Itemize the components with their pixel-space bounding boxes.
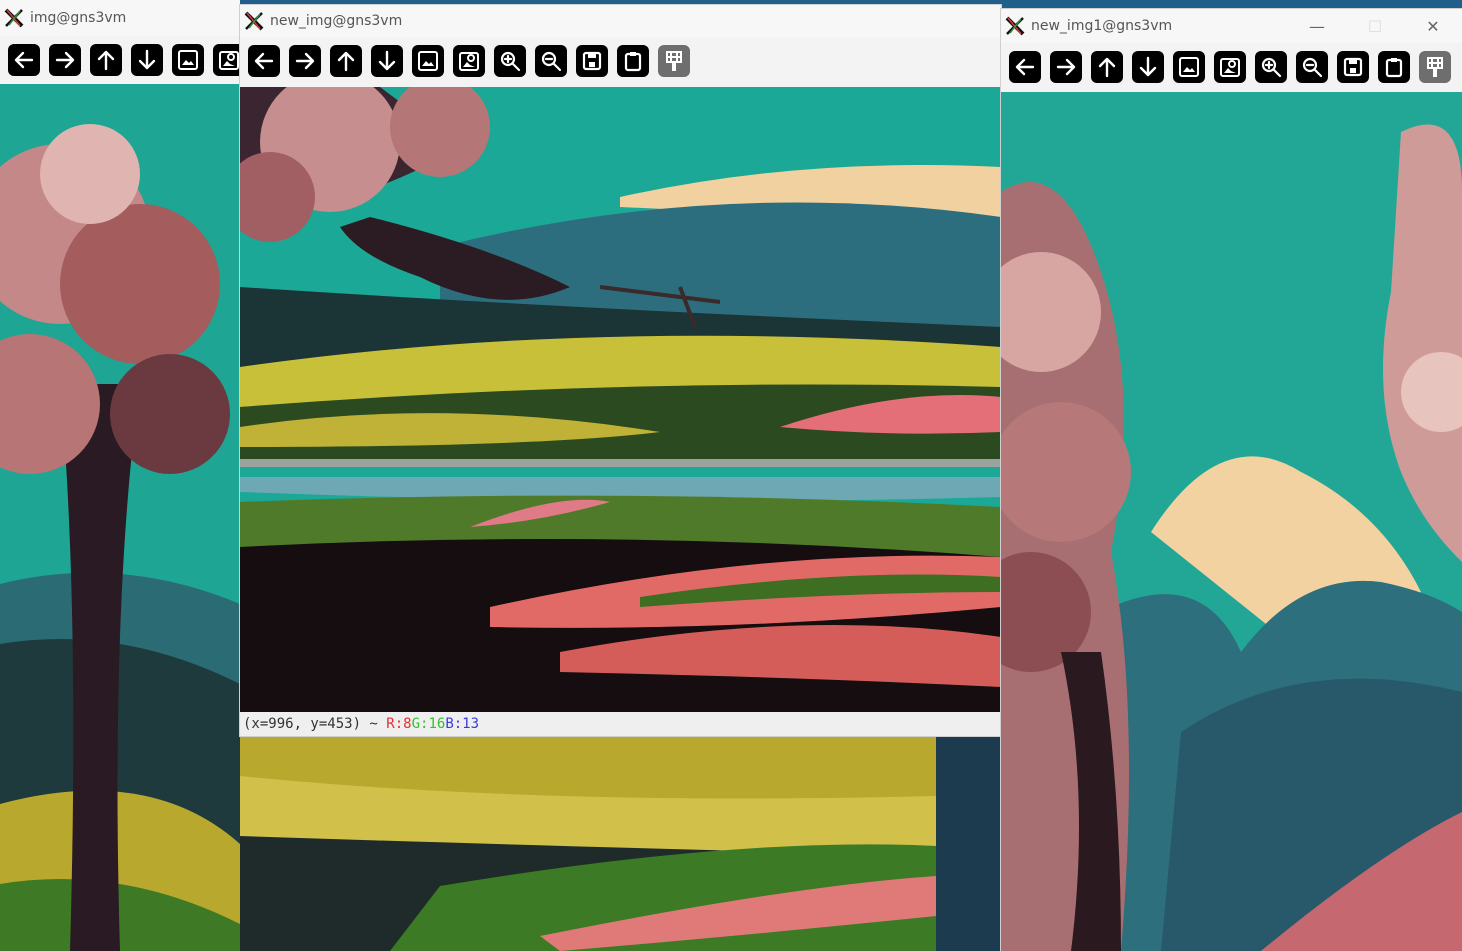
pan-down-button[interactable] bbox=[131, 44, 163, 76]
maximize-icon[interactable]: ☐ bbox=[1346, 17, 1404, 36]
zoom-in-icon bbox=[498, 49, 522, 73]
background-image-strip bbox=[240, 736, 936, 951]
painting-image bbox=[240, 87, 1001, 712]
image-icon bbox=[176, 48, 200, 72]
arrow-up-icon bbox=[1095, 55, 1119, 79]
image-settings-icon bbox=[1218, 55, 1242, 79]
window-img[interactable]: img@gns3vm bbox=[0, 0, 240, 951]
arrow-right-icon bbox=[1054, 55, 1078, 79]
zoom-fit-button[interactable] bbox=[1173, 51, 1205, 83]
zoom-original-button[interactable] bbox=[453, 45, 485, 77]
properties-button[interactable] bbox=[658, 45, 690, 77]
background-image-strip-2 bbox=[936, 736, 1001, 951]
arrow-up-icon bbox=[334, 49, 358, 73]
clipboard-icon bbox=[621, 49, 645, 73]
image-settings-icon bbox=[217, 48, 240, 72]
pan-right-button[interactable] bbox=[1050, 51, 1082, 83]
properties-icon bbox=[662, 49, 686, 73]
toolbar bbox=[1001, 49, 1462, 85]
painting-image bbox=[1001, 92, 1462, 951]
save-icon bbox=[1341, 55, 1365, 79]
pan-right-button[interactable] bbox=[289, 45, 321, 77]
arrow-down-icon bbox=[135, 48, 159, 72]
image-icon bbox=[1177, 55, 1201, 79]
image-icon bbox=[416, 49, 440, 73]
arrow-left-icon bbox=[252, 49, 276, 73]
pixel-blue-value: B:13 bbox=[445, 716, 480, 732]
title-bar[interactable]: img@gns3vm bbox=[0, 0, 240, 36]
arrow-up-icon bbox=[94, 48, 118, 72]
clipboard-icon bbox=[1382, 55, 1406, 79]
pan-down-button[interactable] bbox=[1132, 51, 1164, 83]
arrow-left-icon bbox=[1013, 55, 1037, 79]
painting-image bbox=[0, 84, 240, 951]
pan-left-button[interactable] bbox=[1009, 51, 1041, 83]
window-title: new_img@gns3vm bbox=[270, 13, 403, 29]
window-title: img@gns3vm bbox=[30, 10, 127, 26]
copy-clipboard-button[interactable] bbox=[617, 45, 649, 77]
close-icon[interactable]: ✕ bbox=[1404, 17, 1462, 36]
zoom-out-icon bbox=[539, 49, 563, 73]
arrow-down-icon bbox=[1136, 55, 1160, 79]
zoom-original-button[interactable] bbox=[213, 44, 240, 76]
pan-down-button[interactable] bbox=[371, 45, 403, 77]
properties-button[interactable] bbox=[1419, 51, 1451, 83]
zoom-fit-button[interactable] bbox=[412, 45, 444, 77]
window-controls: — ☐ ✕ bbox=[1288, 17, 1462, 36]
toolbar bbox=[240, 43, 1001, 79]
window-new-img1[interactable]: new_img1@gns3vm — ☐ ✕ bbox=[1001, 9, 1462, 951]
pan-left-button[interactable] bbox=[8, 44, 40, 76]
x11-logo-icon bbox=[1005, 16, 1025, 36]
zoom-in-icon bbox=[1259, 55, 1283, 79]
window-title: new_img1@gns3vm bbox=[1031, 18, 1173, 34]
zoom-in-button[interactable] bbox=[1255, 51, 1287, 83]
zoom-out-button[interactable] bbox=[1296, 51, 1328, 83]
image-canvas[interactable] bbox=[240, 87, 1001, 712]
image-canvas[interactable] bbox=[0, 84, 240, 951]
zoom-in-button[interactable] bbox=[494, 45, 526, 77]
image-settings-icon bbox=[457, 49, 481, 73]
pixel-green-value: G:16 bbox=[411, 716, 446, 732]
arrow-right-icon bbox=[53, 48, 77, 72]
arrow-right-icon bbox=[293, 49, 317, 73]
zoom-out-button[interactable] bbox=[535, 45, 567, 77]
pan-right-button[interactable] bbox=[49, 44, 81, 76]
x11-logo-icon bbox=[244, 11, 264, 31]
pan-up-button[interactable] bbox=[90, 44, 122, 76]
copy-clipboard-button[interactable] bbox=[1378, 51, 1410, 83]
zoom-out-icon bbox=[1300, 55, 1324, 79]
save-icon bbox=[580, 49, 604, 73]
arrow-left-icon bbox=[12, 48, 36, 72]
pan-up-button[interactable] bbox=[1091, 51, 1123, 83]
arrow-down-icon bbox=[375, 49, 399, 73]
status-bar: (x=996, y=453) ~ R:8 G:16 B:13 bbox=[240, 712, 1001, 736]
save-button[interactable] bbox=[1337, 51, 1369, 83]
zoom-fit-button[interactable] bbox=[172, 44, 204, 76]
title-bar[interactable]: new_img1@gns3vm — ☐ ✕ bbox=[1001, 9, 1462, 43]
window-new-img[interactable]: new_img@gns3vm (x=996, y=453) ~ R:8 G:16… bbox=[240, 5, 1001, 736]
cursor-coordinates: (x=996, y=453) ~ bbox=[243, 716, 387, 732]
title-bar[interactable]: new_img@gns3vm bbox=[240, 5, 1001, 37]
pixel-red-value: R:8 bbox=[386, 716, 412, 732]
zoom-original-button[interactable] bbox=[1214, 51, 1246, 83]
x11-logo-icon bbox=[4, 8, 24, 28]
properties-icon bbox=[1423, 55, 1447, 79]
pan-up-button[interactable] bbox=[330, 45, 362, 77]
minimize-icon[interactable]: — bbox=[1288, 17, 1346, 36]
pan-left-button[interactable] bbox=[248, 45, 280, 77]
save-button[interactable] bbox=[576, 45, 608, 77]
image-canvas[interactable] bbox=[1001, 92, 1462, 951]
toolbar bbox=[0, 42, 240, 78]
